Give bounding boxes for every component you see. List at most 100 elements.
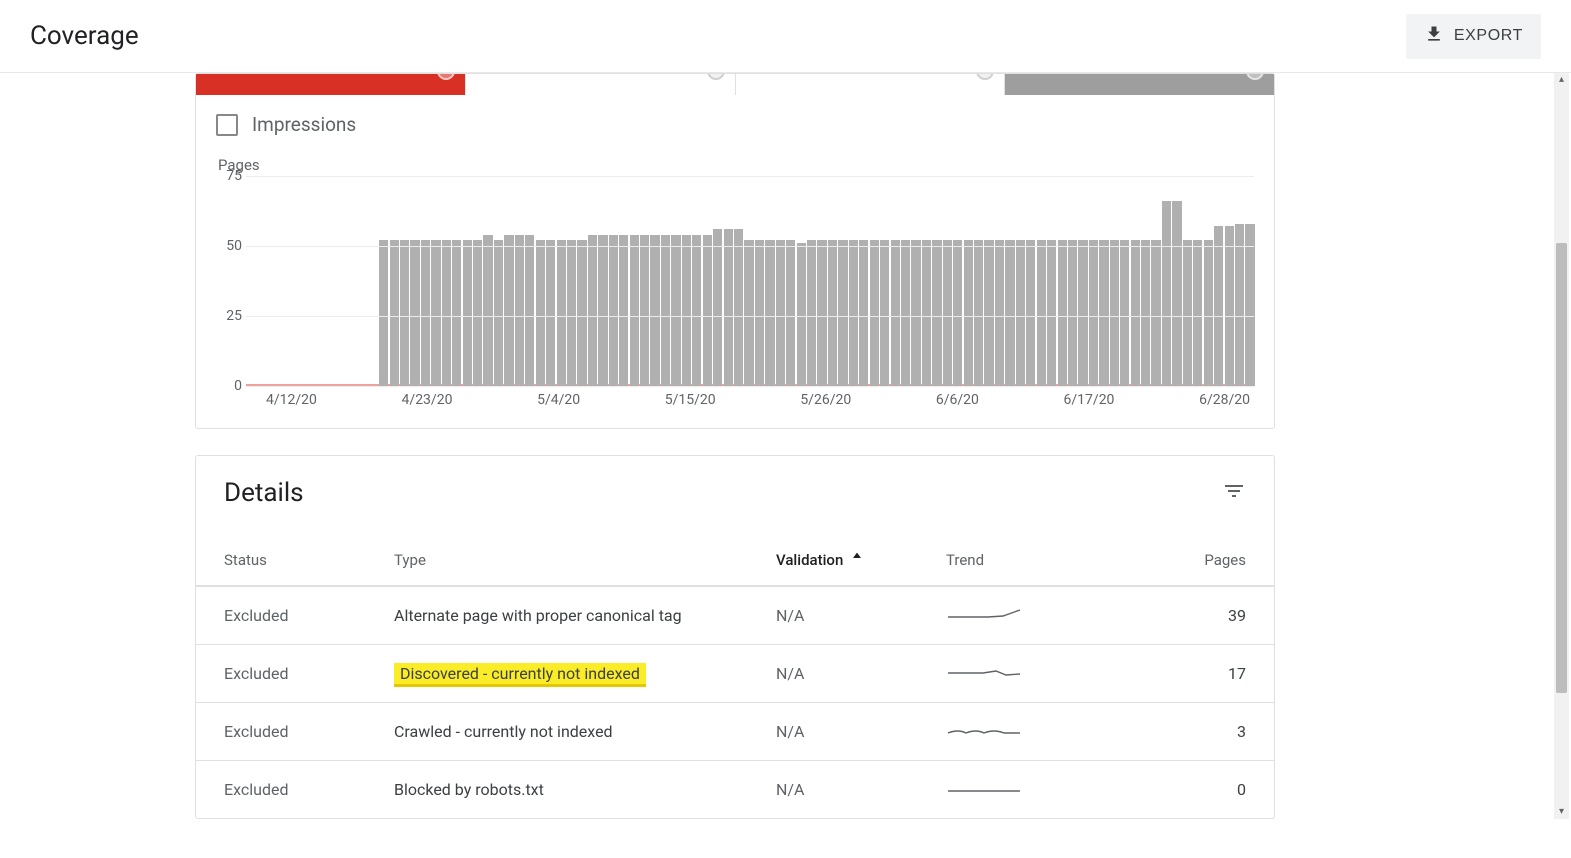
row-trend: [946, 719, 1116, 745]
y-tick-label: 25: [216, 308, 242, 324]
chart-bar: [1037, 240, 1046, 386]
info-icon: [437, 74, 455, 80]
chart-bar: [1047, 240, 1056, 386]
chart-bar: [1058, 240, 1067, 386]
chart-y-axis-label: Pages: [218, 156, 1254, 174]
info-icon: [707, 74, 725, 80]
details-table: Status Type Validation Trend Pages Exclu…: [196, 534, 1274, 818]
chart-bar: [984, 240, 993, 386]
page-title: Coverage: [30, 21, 139, 51]
chart-bar: [1245, 224, 1254, 386]
col-header-validation[interactable]: Validation: [776, 550, 946, 570]
chart-bar: [692, 235, 701, 386]
info-icon: [1246, 74, 1264, 80]
chart-bar: [797, 243, 806, 386]
y-tick-label: 0: [216, 378, 242, 394]
chart-bar: [473, 240, 482, 386]
chart-bar: [640, 235, 649, 386]
row-status: Excluded: [224, 780, 394, 799]
x-tick-label: 4/12/20: [266, 392, 317, 408]
scroll-up-arrow[interactable]: ▴: [1554, 73, 1569, 87]
row-status: Excluded: [224, 664, 394, 683]
chart-bar: [953, 240, 962, 386]
impressions-toggle-row: Impressions: [196, 95, 1274, 146]
y-tick-label: 50: [216, 238, 242, 254]
chart-bar: [1026, 240, 1035, 386]
row-trend: [946, 603, 1116, 629]
tab-valid-with-warnings[interactable]: [466, 74, 736, 95]
table-row[interactable]: ExcludedDiscovered - currently not index…: [196, 644, 1274, 702]
x-tick-label: 5/4/20: [537, 392, 580, 408]
chart-bar: [807, 240, 816, 386]
details-title: Details: [224, 478, 304, 508]
chart-bar: [744, 240, 753, 386]
scroll-thumb[interactable]: [1556, 243, 1567, 693]
chart-bar: [765, 240, 774, 386]
chart-bar: [400, 240, 409, 386]
chart-bar: [1151, 240, 1160, 386]
chart-bar: [901, 240, 910, 386]
chart-bar: [1172, 201, 1181, 386]
chart-x-axis: 4/12/204/23/205/4/205/15/205/26/206/6/20…: [246, 392, 1254, 408]
chart-bar: [1068, 240, 1077, 386]
chart-bar: [859, 240, 868, 386]
download-icon: [1424, 24, 1444, 49]
chart-bar: [1204, 240, 1213, 386]
tab-error[interactable]: [196, 74, 466, 95]
chart-bar: [870, 240, 879, 386]
chart-bar: [619, 235, 628, 386]
chart-bar: [557, 240, 566, 386]
chart-bar: [577, 240, 586, 386]
chart-bar: [1235, 224, 1244, 386]
chart-bar: [713, 229, 722, 386]
scroll-down-arrow[interactable]: ▾: [1554, 805, 1569, 819]
row-trend: [946, 777, 1116, 803]
chart-bar: [463, 240, 472, 386]
table-row[interactable]: ExcludedAlternate page with proper canon…: [196, 586, 1274, 644]
chart-bar: [598, 235, 607, 386]
chart-bar: [849, 240, 858, 386]
impressions-label: Impressions: [252, 113, 356, 136]
col-header-type[interactable]: Type: [394, 551, 776, 569]
chart-bar: [567, 240, 576, 386]
chart-bar: [452, 240, 461, 386]
tab-valid[interactable]: [736, 74, 1006, 95]
col-header-trend[interactable]: Trend: [946, 551, 1116, 569]
chart-bar: [703, 235, 712, 386]
row-validation: N/A: [776, 722, 946, 741]
col-header-status[interactable]: Status: [224, 551, 394, 569]
chart-bar: [494, 240, 503, 386]
chart-bar: [682, 235, 691, 386]
chart-bar: [1016, 240, 1025, 386]
chart-bar: [379, 240, 388, 386]
filter-icon[interactable]: [1222, 479, 1246, 507]
x-tick-label: 6/28/20: [1199, 392, 1250, 408]
x-tick-label: 6/17/20: [1064, 392, 1115, 408]
chart-bar: [1099, 240, 1108, 386]
top-bar: Coverage EXPORT: [0, 0, 1571, 73]
chart-bar: [891, 240, 900, 386]
chart-bar: [483, 235, 492, 386]
chart-bars: [306, 176, 1254, 386]
tab-excluded[interactable]: [1005, 74, 1274, 95]
chart-bar: [1162, 201, 1171, 386]
chart-bar: [1110, 240, 1119, 386]
table-row[interactable]: ExcludedCrawled - currently not indexedN…: [196, 702, 1274, 760]
vertical-scrollbar[interactable]: ▴ ▾: [1554, 73, 1569, 819]
chart-bar: [880, 240, 889, 386]
chart-bar: [817, 240, 826, 386]
x-tick-label: 5/15/20: [665, 392, 716, 408]
chart-bar: [390, 240, 399, 386]
row-status: Excluded: [224, 722, 394, 741]
details-header-row: Status Type Validation Trend Pages: [196, 534, 1274, 586]
row-pages: 17: [1116, 664, 1246, 683]
row-pages: 39: [1116, 606, 1246, 625]
impressions-checkbox[interactable]: [216, 114, 238, 136]
col-header-pages[interactable]: Pages: [1116, 551, 1246, 569]
chart-bar: [724, 229, 733, 386]
chart-bar: [1089, 240, 1098, 386]
table-row[interactable]: ExcludedBlocked by robots.txtN/A0: [196, 760, 1274, 818]
export-button-label: EXPORT: [1454, 27, 1523, 45]
chart-bar: [786, 240, 795, 386]
export-button[interactable]: EXPORT: [1406, 14, 1541, 59]
